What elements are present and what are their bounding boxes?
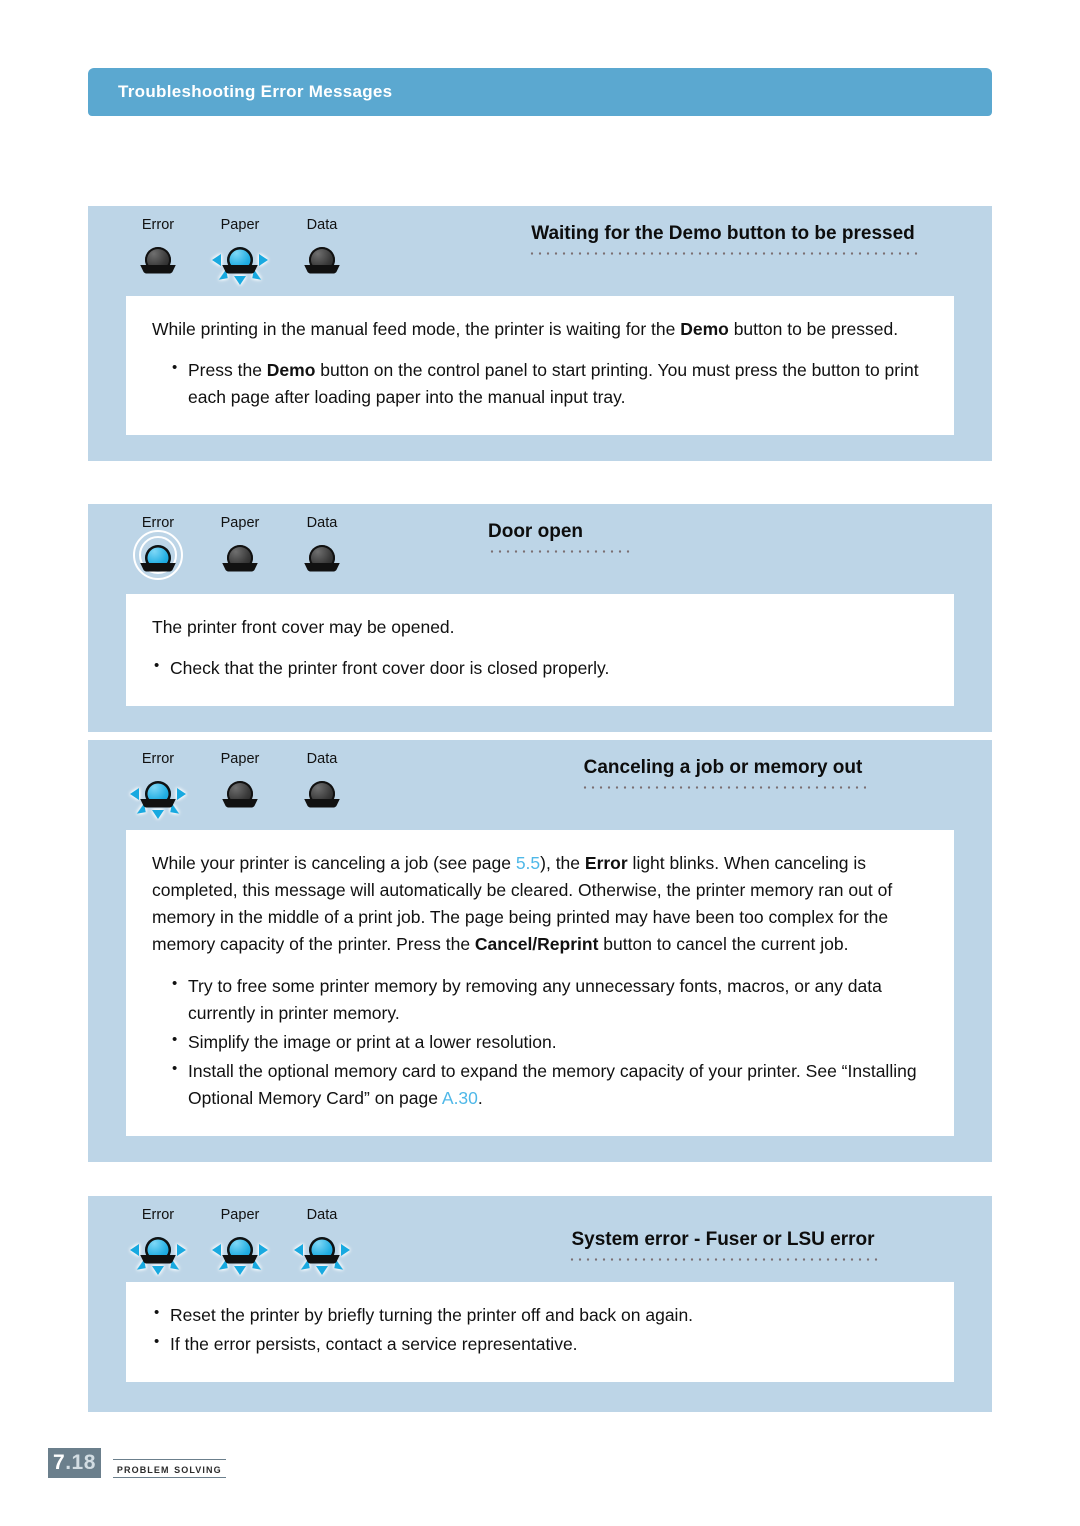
led-lamp-off-icon [130,241,186,285]
led-label-data: Data [306,217,338,233]
section-heading: Door open [488,521,583,542]
led-unit-error: Error [130,516,186,583]
section-title-wrap: System error - Fuser or LSU error [488,1229,958,1261]
led-lamp-blinking-icon [212,1231,268,1275]
led-unit-paper: Paper [212,752,268,819]
led-label-data: Data [306,751,338,767]
bullet-list: Reset the printer by briefly turning the… [152,1301,928,1358]
bullet-list: Press the Demo button on the control pan… [170,356,928,411]
footer-chapter-rule: Problem Solving [112,1459,226,1478]
page-cross-reference[interactable]: A.30 [442,1088,478,1108]
section-title-wrap: Canceling a job or memory out [488,757,958,789]
section-heading: Waiting for the Demo button to be presse… [531,223,915,244]
page-footer: 7.18 Problem Solving [48,1448,226,1478]
heading-dotted-rule [528,251,918,255]
section-waiting-demo: Error Paper Data Waiting for the Demo bu… [88,206,992,462]
page-cross-reference[interactable]: 5.5 [516,853,540,873]
led-lamp-off-icon [294,775,350,819]
page-header-banner: Troubleshooting Error Messages [88,68,992,116]
led-lamp-blinking-icon [294,1231,350,1275]
section-content-card: While your printer is canceling a job (s… [126,830,954,1137]
led-unit-paper: Paper [212,516,268,583]
section-heading: System error - Fuser or LSU error [571,1229,875,1250]
bullet-list: Try to free some printer memory by remov… [170,971,928,1113]
led-unit-data: Data [294,218,350,285]
led-indicator-cluster: Error Paper Data [130,218,350,285]
led-label-paper: Paper [220,1207,260,1223]
list-item: Install the optional memory card to expa… [170,1057,928,1112]
list-item: If the error persists, contact a service… [152,1330,928,1358]
section-title-wrap: Waiting for the Demo button to be presse… [488,223,958,255]
footer-chapter-label: Problem Solving [116,1462,222,1476]
page-title: Troubleshooting Error Messages [118,82,393,101]
led-lamp-on-icon [130,529,186,583]
led-unit-data: Data [294,516,350,583]
list-item: Check that the printer front cover door … [152,654,928,682]
led-unit-error: Error [130,1208,186,1275]
led-unit-data: Data [294,752,350,819]
body-paragraph: The printer front cover may be opened. [152,617,455,637]
led-lamp-off-icon [294,539,350,583]
heading-dotted-rule [580,785,866,789]
list-item: Press the Demo button on the control pan… [170,356,928,411]
section-content-card: Reset the printer by briefly turning the… [126,1282,954,1383]
section-header: Error Paper Data Canceling a job or memo… [88,740,992,830]
list-item: Simplify the image or print at a lower r… [170,1028,928,1056]
led-lamp-off-icon [212,539,268,583]
led-indicator-cluster: Error Paper Data [130,752,350,819]
section-canceling-job: Error Paper Data Canceling a job or memo… [88,740,992,1163]
section-system-error: Error Paper Data System error - Fuser or… [88,1196,992,1413]
section-title-wrap: Door open [488,521,958,553]
bullet-list: Check that the printer front cover door … [152,654,928,682]
folio-minor: .18 [65,1451,96,1474]
heading-dotted-rule [488,549,633,553]
led-indicator-cluster: Error Paper Data [130,1208,350,1275]
section-content-card: While printing in the manual feed mode, … [126,296,954,436]
led-label-error: Error [141,217,175,233]
led-lamp-blinking-icon [130,775,186,819]
led-label-error: Error [141,1207,175,1223]
led-lamp-off-icon [294,241,350,285]
section-heading: Canceling a job or memory out [583,757,863,778]
section-door-open: Error Paper Data Door open The printer f… [88,504,992,733]
list-item: Reset the printer by briefly turning the… [152,1301,928,1329]
led-label-error: Error [141,751,175,767]
section-header: Error Paper Data System error - Fuser or… [88,1196,992,1282]
section-header: Error Paper Data Waiting for the Demo bu… [88,206,992,296]
led-unit-data: Data [294,1208,350,1275]
led-label-paper: Paper [220,751,260,767]
body-paragraph: While your printer is canceling a job (s… [152,853,893,955]
led-unit-error: Error [130,218,186,285]
led-label-error: Error [141,515,175,531]
led-lamp-blinking-icon [212,241,268,285]
led-unit-paper: Paper [212,218,268,285]
section-content-card: The printer front cover may be opened. C… [126,594,954,707]
led-label-data: Data [306,1207,338,1223]
led-label-paper: Paper [220,515,260,531]
led-unit-error: Error [130,752,186,819]
led-lamp-blinking-icon [130,1231,186,1275]
led-unit-paper: Paper [212,1208,268,1275]
section-header: Error Paper Data Door open [88,504,992,594]
folio-major: 7 [53,1451,66,1474]
heading-dotted-rule [568,1257,878,1261]
list-item: Try to free some printer memory by remov… [170,971,928,1027]
led-label-data: Data [306,515,338,531]
led-lamp-off-icon [212,775,268,819]
body-paragraph: While printing in the manual feed mode, … [152,319,899,339]
folio-page-number: 7.18 [48,1448,101,1478]
led-label-paper: Paper [220,217,260,233]
led-indicator-cluster: Error Paper Data [130,516,350,583]
